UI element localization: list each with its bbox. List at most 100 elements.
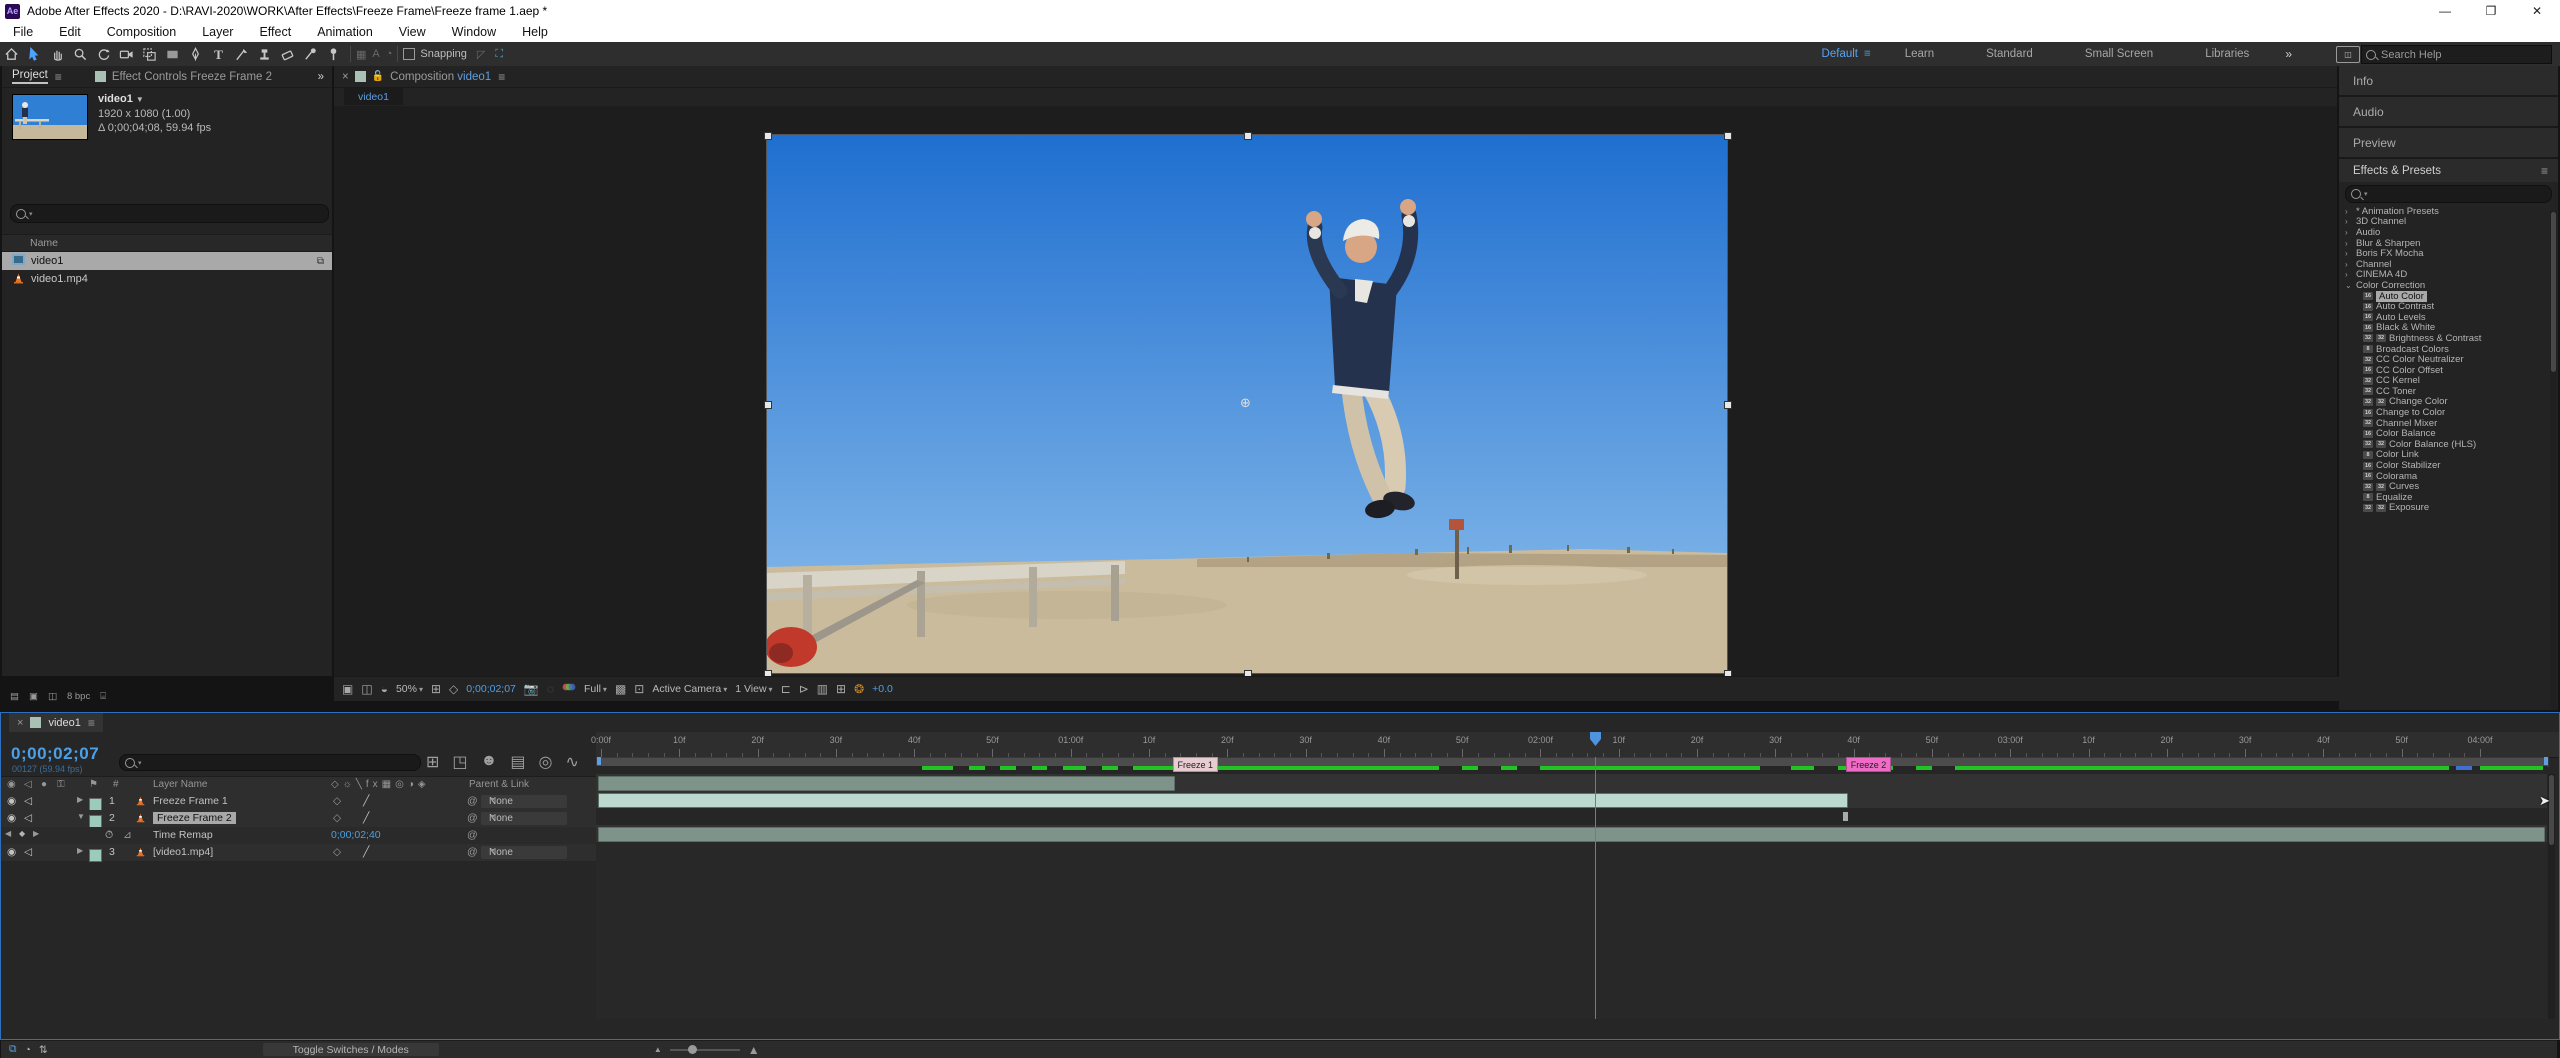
project-search-input[interactable]: ▾ [10,204,329,223]
snap-to-box-icon[interactable]: ⛶ [495,48,503,61]
stopwatch-icon[interactable]: ⏱ [105,829,113,842]
parent-dropdown[interactable]: None ▼ [481,846,567,859]
playhead-handle[interactable] [1590,732,1602,746]
new-folder-icon[interactable]: ▣ [29,691,38,702]
zoom-in-mountain-icon[interactable]: ▲ [748,1043,760,1057]
parent-dropdown[interactable]: None ▼ [481,795,567,808]
current-timecode[interactable]: 0;00;02;07 [11,744,99,764]
effect-item-autolevels[interactable]: 16 Auto Levels [2339,312,2558,323]
project-name-column-header[interactable]: Name [2,234,332,252]
layer-bar-1[interactable] [598,776,1175,791]
comp-mini-flowchart-icon[interactable]: ⊞ [426,752,439,772]
workspace-standard[interactable]: Standard [1960,48,2059,60]
effect-item-colorbalance[interactable]: 16 Color Balance [2339,428,2558,439]
menu-effect[interactable]: Effect [246,22,304,42]
speaker-icon[interactable]: ◁ [24,846,32,858]
graph-toggle-icon[interactable]: ⇅ [39,1044,48,1056]
speaker-icon[interactable]: ◁ [24,812,32,824]
track-row-1[interactable] [596,774,2547,792]
number-column-label[interactable]: # [113,779,119,790]
track-area[interactable] [596,774,2547,1019]
expander-down-icon[interactable]: ▼ [77,812,85,821]
viewer-tab-video1[interactable]: video1 [344,88,403,105]
home-tool[interactable] [0,44,23,64]
effects-scrollbar[interactable] [2550,210,2557,710]
layer-row-2[interactable]: ◉ ◁ ▼ 2 Freeze Frame 2 ◇ ╱ @ None ▼ [1,810,596,828]
layer-name[interactable]: Freeze Frame 2 [153,812,236,824]
effects-search-input[interactable]: ▾ [2345,185,2552,203]
effect-category-colorcorrection[interactable]: ⌄ Color Correction [2339,280,2558,291]
camera-dropdown[interactable]: Active Camera ▾ [652,683,727,695]
effect-category-animationpresets[interactable]: › * Animation Presets [2339,206,2558,217]
property-name[interactable]: Time Remap [153,829,213,841]
effect-item-curves[interactable]: 32 32 Curves [2339,481,2558,492]
tab-project[interactable]: Project [12,69,48,84]
selection-handle[interactable] [764,401,772,409]
chevron-right-icon[interactable]: › [2345,228,2353,237]
work-area-end-handle[interactable] [2544,757,2548,765]
collapse-switch-icon[interactable]: ◇ [333,812,341,824]
layer-name-column-label[interactable]: Layer Name [153,779,207,790]
selection-handle[interactable] [1244,132,1252,140]
quality-switch-icon[interactable]: ╱ [363,846,369,858]
timeline-search-input[interactable]: ▾ [119,754,421,771]
solo-column-icon[interactable]: ● [41,779,47,790]
effect-item-cckernel[interactable]: 32 CC Kernel [2339,375,2558,386]
chevron-right-icon[interactable]: › [2345,239,2353,248]
graph-editor-icon[interactable]: ∿ [565,752,578,772]
brush-tool[interactable] [230,44,253,64]
safe-margins-icon[interactable]: ⊞ [431,682,441,696]
timeline-scrollbar[interactable] [2548,774,2555,1019]
maximize-button[interactable]: ❐ [2468,0,2514,22]
chevron-right-icon[interactable]: › [2345,260,2353,269]
effects-panel-menu-icon[interactable]: ≡ [2541,164,2548,178]
effect-item-autocolor[interactable]: 16 Auto Color [2339,290,2558,302]
effect-category-borisfxmocha[interactable]: › Boris FX Mocha [2339,248,2558,259]
type-tool[interactable]: T [207,44,230,64]
flyout-arrow-icon[interactable]: ▼ [136,95,144,104]
selection-handle[interactable] [764,132,772,140]
composition-video-frame[interactable]: ⊕ [764,132,1732,678]
effect-item-colorbalancehls[interactable]: 32 32 Color Balance (HLS) [2339,439,2558,450]
reset-exposure-icon[interactable]: ❂ [854,682,864,696]
parent-dropdown[interactable]: None ▼ [481,812,567,825]
anchor-point-icon[interactable]: ⊕ [1240,395,1251,411]
minimize-button[interactable]: — [2422,0,2468,22]
hide-shy-icon[interactable]: ☻ [481,752,498,772]
puppet-pin-tool[interactable] [322,44,345,64]
rotate-tool[interactable] [92,44,115,64]
close-button[interactable]: ✕ [2514,0,2560,22]
menu-help[interactable]: Help [509,22,561,42]
snapshot-icon[interactable]: 📷 [524,682,539,696]
clone-stamp-tool[interactable] [253,44,276,64]
flowchart-icon[interactable]: ⊞ [836,682,846,696]
mask-path-icon[interactable]: ◇ [449,682,458,696]
lock-column-icon[interactable]: ⚿ [57,779,65,790]
new-comp-icon[interactable]: ◫ [48,691,57,702]
interpret-footage-icon[interactable]: ▤ [10,691,19,702]
eye-icon[interactable]: ◉ [7,846,16,858]
project-panel-menu-icon[interactable]: ≡ [55,70,62,84]
shape-tool[interactable] [161,44,184,64]
work-area-start-handle[interactable] [597,757,601,765]
help-search-input[interactable]: Search Help [2361,45,2552,64]
track-row-2[interactable] [596,791,2547,809]
effect-category-cinema4d[interactable]: › CINEMA 4D [2339,269,2558,280]
timeline-tab[interactable]: × video1 ≡ [9,713,103,732]
close-panel-icon[interactable]: × [342,71,349,83]
hand-tool[interactable] [46,44,69,64]
project-item-video1[interactable]: video1 ⧉ [2,252,332,270]
panel-overflow-chevron[interactable]: » [318,71,324,83]
parent-link-column-label[interactable]: Parent & Link [469,779,529,790]
pen-tool[interactable] [184,44,207,64]
resolution-dropdown[interactable]: Full ▾ [584,683,607,695]
speaker-icon[interactable]: ◁ [24,795,32,807]
bit-depth-label[interactable]: 8 bpc [67,691,90,702]
effect-category-3dchannel[interactable]: › 3D Channel [2339,216,2558,227]
preview-item-name[interactable]: video1 [98,93,133,105]
next-keyframe-icon[interactable]: ▶ [33,829,39,838]
timeline-button-icon[interactable]: ▥ [817,682,828,696]
channel-icon[interactable] [562,682,576,696]
snapping-checkbox[interactable] [403,48,416,60]
effect-item-exposure[interactable]: 32 32 Exposure [2339,502,2558,513]
